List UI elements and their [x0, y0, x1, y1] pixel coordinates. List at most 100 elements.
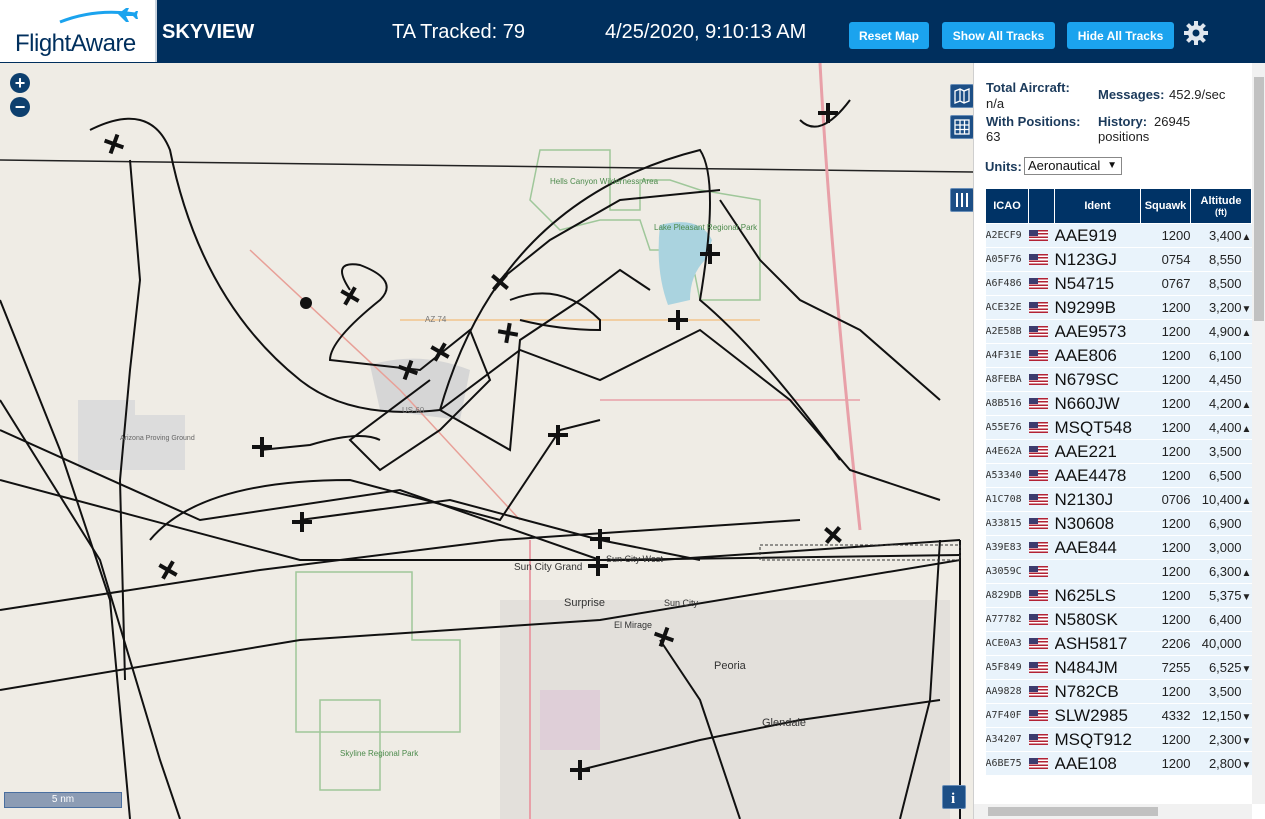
- row-altitude: 6,525▼: [1190, 655, 1252, 680]
- altitude-trend-icon: ▲: [1241, 424, 1252, 435]
- row-altitude-value: 40,000: [1201, 636, 1242, 651]
- row-altitude-value: 3,400: [1208, 228, 1242, 243]
- table-row[interactable]: A7F40F SLW2985 4332 12,150▼: [985, 703, 1252, 728]
- map-area[interactable]: Sun City Grand Surprise Sun City El Mira…: [0, 63, 973, 819]
- table-row[interactable]: A55E76 MSQT548 1200 4,400▲: [985, 415, 1252, 440]
- row-icao: A3059C: [985, 559, 1029, 584]
- table-row[interactable]: ACE32E N9299B 1200 3,200▼: [985, 295, 1252, 320]
- row-altitude: 5,375▼: [1190, 583, 1252, 608]
- row-squawk: 1200: [1140, 415, 1191, 440]
- row-squawk: 2206: [1140, 631, 1191, 656]
- row-altitude: 3,500: [1190, 439, 1252, 464]
- row-altitude-value: 4,400: [1208, 420, 1242, 435]
- row-squawk: 1200: [1140, 295, 1191, 320]
- hide-all-tracks-button[interactable]: Hide All Tracks: [1067, 22, 1174, 49]
- row-squawk: 1200: [1140, 439, 1191, 464]
- us-flag-icon: [1028, 613, 1048, 625]
- zoom-out-button[interactable]: −: [10, 97, 30, 117]
- row-ident: AAE806: [1054, 343, 1141, 368]
- table-row[interactable]: A39E83 AAE844 1200 3,000: [985, 535, 1252, 560]
- table-row[interactable]: A6BE75 AAE108 1200 2,800▼: [985, 751, 1252, 776]
- col-flag[interactable]: [1028, 188, 1055, 224]
- flightaware-logo[interactable]: FlightAware: [0, 0, 157, 62]
- row-squawk: 1200: [1140, 511, 1191, 536]
- reset-map-button[interactable]: Reset Map: [849, 22, 929, 49]
- col-ident[interactable]: Ident: [1054, 188, 1141, 224]
- show-all-tracks-button[interactable]: Show All Tracks: [942, 22, 1055, 49]
- table-row[interactable]: A6F486 N54715 0767 8,500: [985, 271, 1252, 296]
- history-value: 26945: [1154, 114, 1191, 129]
- table-row[interactable]: A05F76 N123GJ 0754 8,550: [985, 247, 1252, 272]
- row-icao: A39E83: [985, 535, 1029, 560]
- row-squawk: 1200: [1140, 727, 1191, 752]
- row-altitude: 8,500: [1190, 271, 1252, 296]
- row-icao: A829DB: [985, 583, 1029, 608]
- us-flag-icon: [1028, 733, 1048, 745]
- map-scale: 5 nm: [4, 792, 122, 808]
- label-sun-city-grand: Sun City Grand: [514, 562, 582, 573]
- table-header-row: ICAO Ident Squawk Altitude (ft): [985, 188, 1252, 224]
- row-altitude-value: 3,000: [1208, 540, 1242, 555]
- row-altitude-value: 8,550: [1208, 252, 1242, 267]
- row-icao: A2ECF9: [985, 223, 1029, 248]
- row-altitude: 3,500: [1190, 679, 1252, 704]
- row-altitude-value: 5,375: [1208, 588, 1242, 603]
- table-row[interactable]: A77782 N580SK 1200 6,400: [985, 607, 1252, 632]
- total-aircraft-label: Total Aircraft:: [986, 80, 1070, 95]
- row-altitude: 10,400▲: [1190, 487, 1252, 512]
- gear-icon[interactable]: [1183, 20, 1209, 46]
- horizontal-scrollbar-thumb[interactable]: [988, 807, 1158, 816]
- table-row[interactable]: A1C708 N2130J 0706 10,400▲: [985, 487, 1252, 512]
- us-flag-icon: [1028, 541, 1048, 553]
- table-row[interactable]: A34207 MSQT912 1200 2,300▼: [985, 727, 1252, 752]
- table-row[interactable]: A829DB N625LS 1200 5,375▼: [985, 583, 1252, 608]
- columns-icon[interactable]: [950, 188, 973, 212]
- row-icao: A55E76: [985, 415, 1029, 440]
- col-icao[interactable]: ICAO: [985, 188, 1029, 224]
- row-flag: [1028, 343, 1055, 368]
- grid-icon[interactable]: [950, 115, 973, 139]
- altitude-trend-icon: ▼: [1241, 736, 1252, 747]
- vertical-scrollbar-thumb[interactable]: [1254, 77, 1264, 321]
- row-altitude-value: 3,500: [1208, 444, 1242, 459]
- row-flag: [1028, 535, 1055, 560]
- row-altitude-value: 2,300: [1208, 732, 1242, 747]
- info-icon[interactable]: i: [942, 785, 966, 809]
- table-row[interactable]: A3059C 1200 6,300▲: [985, 559, 1252, 584]
- table-row[interactable]: A4E62A AAE221 1200 3,500: [985, 439, 1252, 464]
- us-flag-icon: [1028, 421, 1048, 433]
- table-row[interactable]: A53340 AAE4478 1200 6,500: [985, 463, 1252, 488]
- row-flag: [1028, 439, 1055, 464]
- row-altitude: 4,450: [1190, 367, 1252, 392]
- table-row[interactable]: ACE0A3 ASH5817 2206 40,000: [985, 631, 1252, 656]
- table-row[interactable]: A33815 N30608 1200 6,900: [985, 511, 1252, 536]
- table-row[interactable]: A4F31E AAE806 1200 6,100: [985, 343, 1252, 368]
- row-icao: A53340: [985, 463, 1029, 488]
- row-icao: A1C708: [985, 487, 1029, 512]
- table-row[interactable]: AA9828 N782CB 1200 3,500: [985, 679, 1252, 704]
- map-layers-icon[interactable]: [950, 84, 973, 108]
- table-row[interactable]: A8FEBA N679SC 1200 4,450: [985, 367, 1252, 392]
- row-flag: [1028, 583, 1055, 608]
- row-altitude: 40,000: [1190, 631, 1252, 656]
- table-row[interactable]: A2E58B AAE9573 1200 4,900▲: [985, 319, 1252, 344]
- row-ident: AAE108: [1054, 751, 1141, 776]
- us-flag-icon: [1028, 277, 1048, 289]
- label-el-mirage: El Mirage: [614, 620, 652, 630]
- chevron-down-icon: ▼: [1107, 160, 1117, 171]
- row-altitude-value: 4,200: [1208, 396, 1242, 411]
- col-squawk[interactable]: Squawk: [1140, 188, 1191, 224]
- table-row[interactable]: A2ECF9 AAE919 1200 3,400▲: [985, 223, 1252, 248]
- row-altitude-value: 6,525: [1208, 660, 1242, 675]
- row-icao: A33815: [985, 511, 1029, 536]
- row-ident: AAE844: [1054, 535, 1141, 560]
- table-row[interactable]: A5F849 N484JM 7255 6,525▼: [985, 655, 1252, 680]
- zoom-in-button[interactable]: +: [10, 73, 30, 93]
- row-squawk: 7255: [1140, 655, 1191, 680]
- col-altitude[interactable]: Altitude (ft): [1190, 188, 1252, 224]
- units-select[interactable]: Aeronautical ▼: [1024, 157, 1122, 175]
- us-flag-icon: [1028, 709, 1048, 721]
- table-row[interactable]: A8B516 N660JW 1200 4,200▲: [985, 391, 1252, 416]
- row-icao: A8FEBA: [985, 367, 1029, 392]
- row-icao: A2E58B: [985, 319, 1029, 344]
